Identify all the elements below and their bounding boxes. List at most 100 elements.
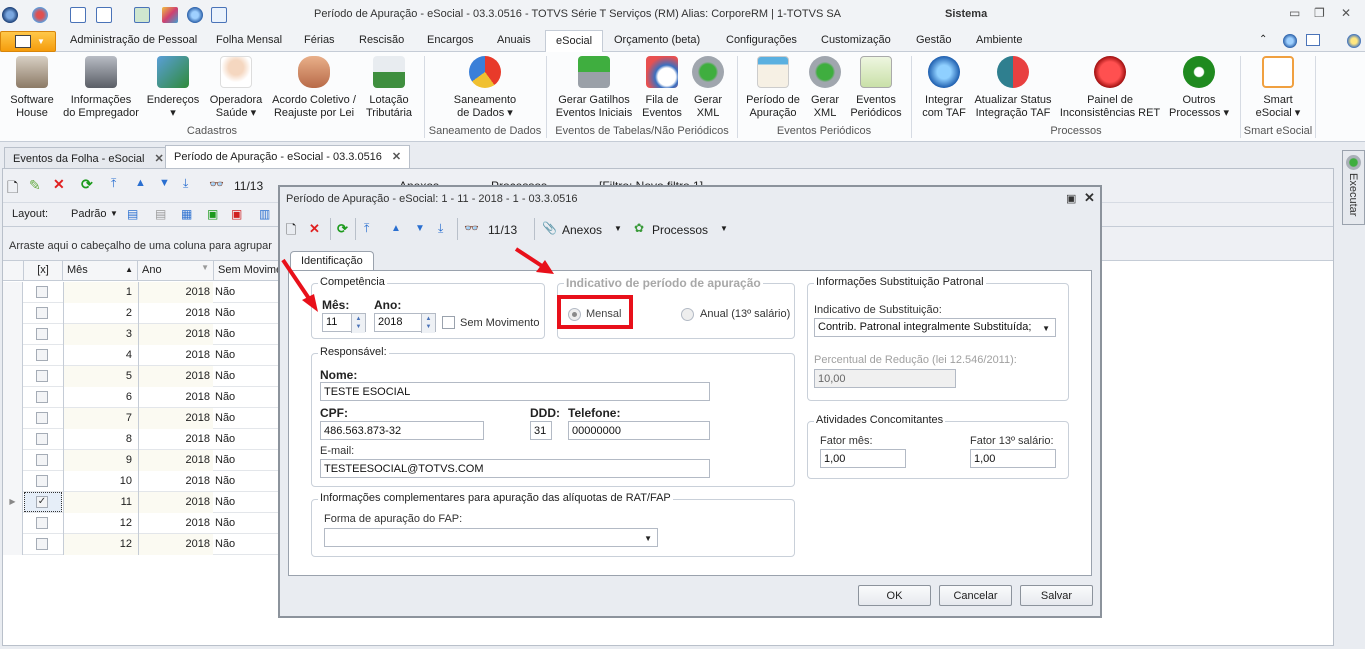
- remove-layout-icon[interactable]: ▤: [155, 207, 166, 221]
- periodo-apuracao-button[interactable]: Período de Apuração: [744, 56, 802, 120]
- last-record-icon[interactable]: ⤓: [438, 221, 443, 236]
- window-new-icon[interactable]: [70, 7, 86, 23]
- new-record-icon[interactable]: 🗋: [286, 221, 296, 243]
- collapse-ribbon-icon[interactable]: ⌃: [1259, 34, 1267, 45]
- telefone-input[interactable]: [568, 421, 710, 440]
- minimize-icon[interactable]: ▭: [1289, 6, 1300, 20]
- ano-spinner[interactable]: 2018 ▲ ▼: [374, 313, 436, 333]
- tab-encargos[interactable]: Encargos: [427, 34, 473, 46]
- row-checkbox[interactable]: [36, 538, 48, 550]
- row-checkbox[interactable]: ✓: [36, 496, 48, 508]
- copy-icon[interactable]: [211, 7, 227, 23]
- software-house-button[interactable]: Software House: [4, 56, 60, 120]
- tab-ferias[interactable]: Férias: [304, 34, 335, 46]
- theme-icon[interactable]: [32, 7, 48, 23]
- row-checkbox[interactable]: [36, 328, 48, 340]
- globe-icon[interactable]: [1283, 34, 1297, 48]
- first-record-icon[interactable]: ⤒: [364, 221, 369, 236]
- table-row[interactable]: 3 2018 Não: [3, 324, 283, 345]
- table-row[interactable]: 1 2018 Não: [3, 282, 283, 303]
- table-row[interactable]: 10 2018 Não: [3, 471, 283, 492]
- doc-tab-eventos-folha[interactable]: Eventos da Folha - eSocial ✕: [4, 147, 173, 168]
- binoculars-icon[interactable]: 👓: [209, 177, 224, 191]
- help-icon[interactable]: [1347, 34, 1361, 48]
- table-row[interactable]: ▶ ✓ 11 2018 Não: [3, 492, 283, 513]
- binoculars-icon[interactable]: 👓: [464, 221, 479, 235]
- lotacao-tributaria-button[interactable]: Lotação Tributária: [362, 56, 416, 120]
- sem-movimento-checkbox[interactable]: [442, 316, 455, 329]
- cancelar-button[interactable]: Cancelar: [939, 585, 1012, 606]
- tab-rescisao[interactable]: Rescisão: [359, 34, 404, 46]
- atualizar-status-button[interactable]: Atualizar Status Integração TAF: [972, 56, 1054, 120]
- saneamento-dados-button[interactable]: Saneamento de Dados ▾: [440, 56, 530, 120]
- globe-icon[interactable]: [187, 7, 203, 23]
- forma-apuracao-fap-select[interactable]: ▼: [324, 528, 658, 547]
- export-icon[interactable]: [134, 7, 150, 23]
- mes-spinner[interactable]: 11 ▲ ▼: [322, 313, 366, 333]
- row-checkbox[interactable]: [36, 517, 48, 529]
- tab-customizacao[interactable]: Customização: [821, 34, 891, 46]
- tab-identificacao[interactable]: Identificação: [290, 251, 374, 271]
- restore-icon[interactable]: ❐: [1314, 6, 1325, 20]
- table-row[interactable]: 7 2018 Não: [3, 408, 283, 429]
- row-checkbox[interactable]: [36, 391, 48, 403]
- row-checkbox[interactable]: [36, 412, 48, 424]
- tab-configuracoes[interactable]: Configurações: [726, 34, 797, 46]
- tab-gestao[interactable]: Gestão: [916, 34, 951, 46]
- operadora-saude-button[interactable]: Operadora Saúde ▾: [206, 56, 266, 120]
- fator-13-input[interactable]: [970, 449, 1056, 468]
- new-record-icon[interactable]: 🗋: [7, 177, 18, 201]
- import-layout-icon[interactable]: ▣: [207, 207, 218, 221]
- close-tab-icon[interactable]: ✕: [154, 153, 163, 165]
- row-checkbox[interactable]: [36, 286, 48, 298]
- column-header-ano[interactable]: Ano ▼: [138, 261, 214, 281]
- table-row[interactable]: 4 2018 Não: [3, 345, 283, 366]
- fila-eventos-button[interactable]: Fila de Eventos: [638, 56, 686, 120]
- anexos-button[interactable]: Anexos: [562, 223, 602, 237]
- row-checkbox[interactable]: [36, 454, 48, 466]
- window-layout-icon[interactable]: [96, 7, 112, 23]
- close-icon[interactable]: ✕: [1341, 6, 1351, 20]
- first-record-icon[interactable]: ⤒: [111, 176, 116, 191]
- filter-icon[interactable]: ▼: [201, 263, 209, 272]
- anual-radio[interactable]: [681, 308, 694, 321]
- doc-tab-periodo-apuracao[interactable]: Período de Apuração - eSocial - 03.3.051…: [165, 145, 411, 168]
- layout-icon[interactable]: [1306, 34, 1320, 46]
- close-tab-icon[interactable]: ✕: [392, 151, 401, 163]
- spinner-arrows-icon[interactable]: ▲ ▼: [351, 314, 365, 333]
- save-layout-icon[interactable]: ▤: [127, 207, 138, 221]
- fator-mes-input[interactable]: [820, 449, 906, 468]
- row-checkbox[interactable]: [36, 349, 48, 361]
- integrar-taf-button[interactable]: Integrar com TAF: [918, 56, 970, 120]
- export-layout-icon[interactable]: ▣: [231, 207, 242, 221]
- table-row[interactable]: 2 2018 Não: [3, 303, 283, 324]
- chevron-down-icon[interactable]: ▼: [110, 209, 118, 218]
- painel-inconsistencias-button[interactable]: Painel de Inconsistências RET: [1058, 56, 1162, 120]
- table-row[interactable]: 8 2018 Não: [3, 429, 283, 450]
- eventos-periodicos-button[interactable]: Eventos Periódicos: [848, 56, 904, 120]
- chevron-down-icon[interactable]: ▼: [720, 224, 728, 233]
- table-row[interactable]: 5 2018 Não: [3, 366, 283, 387]
- gerar-xml-periodicos-button[interactable]: Gerar XML: [806, 56, 844, 120]
- tab-folha-mensal[interactable]: Folha Mensal: [216, 34, 282, 46]
- previous-record-icon[interactable]: ▲: [391, 223, 401, 234]
- email-input[interactable]: [320, 459, 710, 478]
- grid-layout-icon[interactable]: ▦: [181, 207, 192, 221]
- ok-button[interactable]: OK: [858, 585, 931, 606]
- maximize-icon[interactable]: ▣: [1066, 192, 1076, 205]
- tab-anuais[interactable]: Anuais: [497, 34, 531, 46]
- layout-select[interactable]: Padrão: [71, 208, 106, 220]
- tab-ambiente[interactable]: Ambiente: [976, 34, 1022, 46]
- smart-esocial-button[interactable]: Smart eSocial ▾: [1248, 56, 1308, 120]
- tab-orcamento[interactable]: Orçamento (beta): [614, 34, 700, 46]
- app-menu-button[interactable]: ▼: [0, 31, 56, 52]
- column-header-mes[interactable]: Mês ▲: [63, 261, 138, 281]
- gerar-gatilhos-button[interactable]: Gerar Gatilhos Eventos Iniciais: [553, 56, 635, 120]
- table-row[interactable]: 12 2018 Não: [3, 513, 283, 534]
- close-icon[interactable]: ✕: [1084, 190, 1095, 206]
- refresh-icon[interactable]: ⟳: [337, 221, 348, 237]
- column-header-select[interactable]: [x]: [24, 261, 63, 281]
- salvar-button[interactable]: Salvar: [1020, 585, 1093, 606]
- chevron-down-icon[interactable]: ▼: [614, 224, 622, 233]
- enderecos-button[interactable]: Endereços ▾: [142, 56, 204, 120]
